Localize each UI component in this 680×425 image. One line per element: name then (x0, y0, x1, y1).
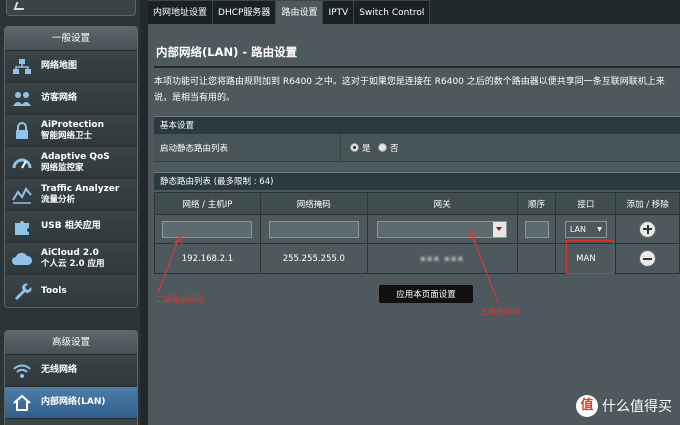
route-netmask: 255.255.255.0 (259, 243, 368, 274)
add-icon[interactable] (639, 220, 657, 238)
sidebar-item-label: Adaptive QoS (41, 151, 110, 162)
static-route-toggle-row: 启动静态路由列表 是 否 (154, 134, 680, 162)
main-area: 内网地址设置 DHCP服务器 路由设置 IPTV Switch Control … (148, 0, 680, 425)
sidebar-item-wireless[interactable]: 无线网络 (5, 355, 137, 387)
sidebar-item-usb-apps[interactable]: USB 相关应用 (5, 211, 137, 243)
col-network-ip: 网络 / 主机IP (154, 192, 261, 215)
route-ip: 192.168.2.1 (154, 243, 261, 274)
col-gateway: 网关 (366, 192, 518, 215)
interface-select-value: LAN (569, 224, 586, 234)
sidebar-item-label: 网络地图 (41, 61, 78, 71)
check-icon (13, 2, 27, 10)
puzzle-icon (11, 216, 33, 238)
content-panel: 内部网络(LAN) - 路由设置 本项功能可让您将路由规则加到 R6400 之中… (148, 24, 680, 425)
tab-bar: 内网地址设置 DHCP服务器 路由设置 IPTV Switch Control (148, 0, 431, 24)
title-divider (154, 66, 680, 68)
sidebar-item-guest-network[interactable]: 访客网络 (5, 83, 137, 115)
page-title: 内部网络(LAN) - 路由设置 (156, 45, 298, 59)
cloud-icon (11, 248, 33, 270)
sidebar-item-label: AiCloud 2.0 (41, 247, 99, 258)
annotation-main-route: 主路由网段 (480, 307, 520, 316)
apply-button[interactable]: 应用本页面设置 (378, 284, 474, 304)
row-separator (340, 134, 341, 162)
sidebar-item-aicloud[interactable]: AiCloud 2.0 个人云 2.0 应用 (5, 243, 137, 275)
sidebar-item-lan[interactable]: 内部网络(LAN) (5, 387, 137, 419)
home-icon (11, 392, 33, 414)
sidebar-item-traffic-analyzer[interactable]: Traffic Analyzer 流量分析 (5, 179, 137, 211)
lock-icon (11, 120, 33, 142)
route-list-header: 静态路由列表 (最多限制 : 64) (154, 172, 680, 190)
gateway-select[interactable] (377, 220, 508, 238)
tab-dhcp-server[interactable]: DHCP服务器 (213, 0, 277, 24)
static-route-label: 启动静态路由列表 (160, 144, 229, 154)
tab-lan-ip[interactable]: 内网地址设置 (148, 0, 214, 24)
dropdown-arrow-icon: ▼ (597, 225, 602, 233)
sidebar-item-sublabel: 网络监控家 (41, 162, 84, 173)
col-netmask: 网络掩码 (259, 192, 368, 215)
gauge-icon (11, 152, 33, 174)
col-metric: 顺序 (516, 192, 557, 215)
sidebar-item-tools[interactable]: Tools (5, 275, 137, 307)
general-settings-panel: 一般设置 网络地图 访客网络 AiProtection 智能网络卫士 Adapti… (4, 26, 138, 308)
sidebar-item-aiprotection[interactable]: AiProtection 智能网络卫士 (5, 115, 137, 147)
advanced-settings-panel: 高级设置 无线网络 内部网络(LAN) (4, 330, 138, 425)
interface-highlight-box (566, 240, 614, 274)
advanced-settings-title: 高级设置 (5, 331, 137, 355)
tab-switch-control[interactable]: Switch Control (354, 0, 431, 24)
page-description: 本项功能可让您将路由规则加到 R6400 之中。这对于如果您是连接在 R6400… (154, 77, 665, 103)
watermark-text: 什么值得买 (602, 399, 672, 415)
metric-input[interactable] (524, 220, 549, 238)
sidebar-item-sublabel: 智能网络卫士 (41, 130, 93, 141)
route-gateway-blurred: ▪▪▪ ▪▪▪ (420, 253, 465, 264)
table-header-row: 网络 / 主机IP 网络掩码 网关 顺序 接口 添加 / 移除 (154, 192, 680, 215)
guest-network-icon (11, 88, 33, 110)
watermark-logo: 值 (576, 395, 598, 417)
network-map-icon (11, 56, 33, 78)
basic-settings-header: 基本设置 (154, 116, 680, 134)
remove-icon[interactable] (639, 250, 657, 267)
annotation-secondary-route: 二级路由网段 (156, 295, 204, 304)
netmask-input[interactable] (268, 220, 359, 238)
sidebar-item-sublabel: 个人云 2.0 应用 (41, 258, 105, 269)
sidebar-item-label: USB 相关应用 (41, 221, 101, 231)
interface-select[interactable]: LAN ▼ (564, 220, 607, 238)
sidebar: 一般设置 网络地图 访客网络 AiProtection 智能网络卫士 Adapti… (0, 0, 140, 425)
watermark: 值 什么值得买 (576, 395, 672, 417)
chevron-down-icon[interactable] (493, 221, 507, 237)
route-metric (516, 243, 557, 274)
wifi-icon (11, 360, 33, 382)
radio-no[interactable] (378, 143, 387, 152)
sidebar-item-adaptive-qos[interactable]: Adaptive QoS 网络监控家 (5, 147, 137, 179)
sidebar-item-label: 无线网络 (41, 365, 78, 375)
general-settings-title: 一般设置 (5, 27, 137, 51)
tab-route[interactable]: 路由设置 (276, 0, 324, 24)
sidebar-item-label: Tools (41, 285, 67, 296)
sidebar-item-label: Traffic Analyzer (41, 183, 120, 194)
col-add-remove: 添加 / 移除 (615, 192, 680, 215)
sidebar-item-label: AiProtection (41, 119, 104, 130)
tab-iptv[interactable]: IPTV (323, 0, 355, 24)
sidebar-item-network-map[interactable]: 网络地图 (5, 51, 137, 83)
network-ip-input[interactable] (162, 220, 253, 238)
wrench-icon (11, 280, 33, 302)
sidebar-item-label: 访客网络 (41, 93, 78, 103)
radio-yes[interactable] (350, 143, 359, 152)
sidebar-item-label: 内部网络(LAN) (41, 397, 106, 407)
sidebar-top-item[interactable] (6, 0, 136, 16)
sidebar-item-sublabel: 流量分析 (41, 194, 76, 205)
radio-no-label: 否 (390, 144, 399, 154)
radio-yes-label: 是 (362, 144, 371, 154)
col-interface: 接口 (555, 192, 617, 215)
traffic-chart-icon (11, 184, 33, 206)
